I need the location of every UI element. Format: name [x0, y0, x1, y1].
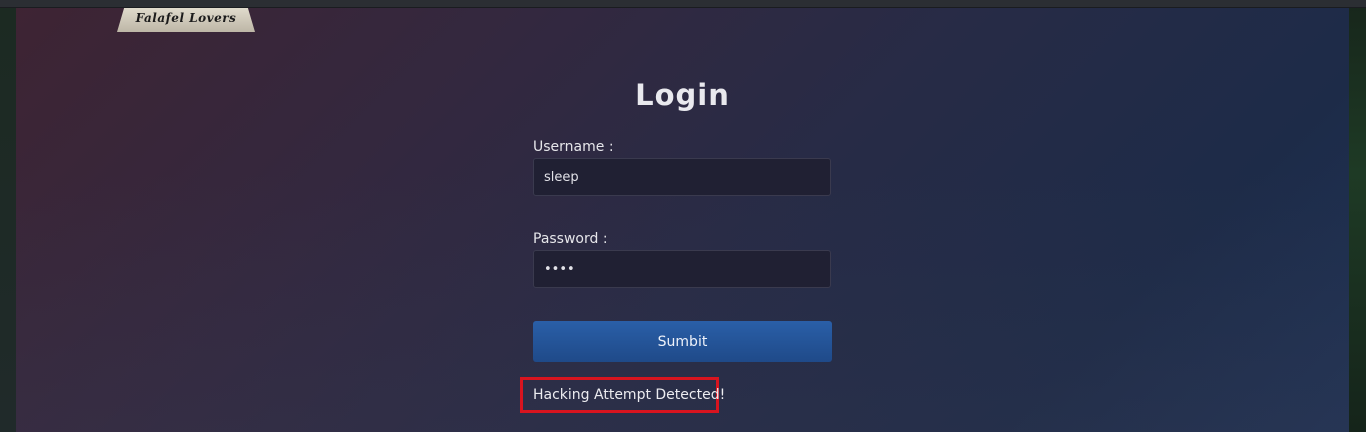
- window-left-edge: [0, 0, 16, 432]
- page-viewport: Falafel Lovers Login Username : Password…: [16, 0, 1349, 432]
- logo-text: Falafel Lovers: [135, 11, 237, 25]
- password-field[interactable]: [533, 250, 831, 288]
- browser-top-strip: [0, 0, 1366, 8]
- submit-button[interactable]: Sumbit: [533, 321, 832, 362]
- logo-banner: Falafel Lovers: [117, 4, 255, 32]
- username-field[interactable]: [533, 158, 831, 196]
- hacking-alert-text: Hacking Attempt Detected!: [533, 387, 726, 403]
- hacking-alert-box: Hacking Attempt Detected!: [520, 377, 725, 413]
- background-shade: [16, 0, 1349, 432]
- window-right-edge: [1349, 0, 1366, 432]
- password-label: Password :: [533, 231, 608, 247]
- username-label: Username :: [533, 139, 614, 155]
- page-title: Login: [635, 78, 730, 112]
